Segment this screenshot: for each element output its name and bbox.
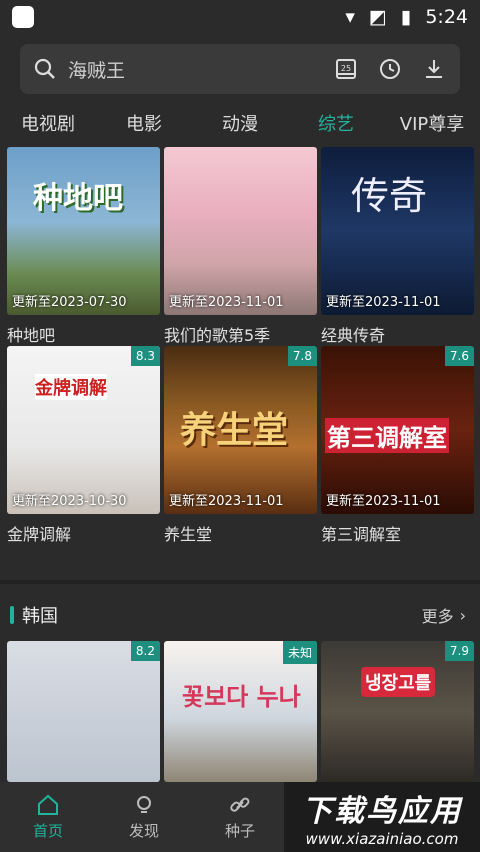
tab-vip[interactable]: VIP尊享	[384, 110, 480, 136]
poster-text: 金牌调解	[35, 374, 107, 400]
rating-badge: 未知	[282, 641, 317, 664]
category-tabs: 电视剧 电影 动漫 综艺 VIP尊享	[0, 106, 480, 140]
media-card[interactable]: 传奇 更新至2023-11-01 经典传奇	[321, 147, 474, 346]
rating-badge: 7.9	[444, 641, 474, 661]
poster: 第三调解室 7.6 更新至2023-11-01	[321, 346, 474, 514]
clock: 5:24	[425, 6, 468, 28]
chevron-right-icon: ›	[459, 605, 466, 625]
rating-badge: 8.3	[130, 346, 160, 366]
update-label: 更新至2023-07-30	[12, 295, 127, 310]
status-bar: ▾ ◩ ▮ 5:24	[0, 0, 480, 34]
media-title: 养生堂	[164, 525, 213, 544]
nav-seed[interactable]: 种子	[192, 782, 288, 852]
media-title: 第三调解室	[321, 525, 402, 544]
more-button[interactable]: 更多 ›	[422, 603, 466, 627]
poster: 냉장고를 7.9	[321, 641, 474, 782]
update-label: 更新至2023-10-30	[12, 494, 127, 509]
nav-label: 种子	[224, 822, 255, 840]
media-card[interactable]: 냉장고를 7.9	[321, 641, 474, 782]
media-title: 种地吧	[7, 326, 56, 345]
update-label: 更新至2023-11-01	[326, 295, 441, 310]
poster: 养生堂 7.8 更新至2023-11-01	[164, 346, 317, 514]
rating-badge: 7.8	[287, 346, 317, 366]
poster-text: 传奇	[351, 174, 428, 218]
status-right: ▾ ◩ ▮ 5:24	[345, 6, 468, 28]
poster: 8.2	[7, 641, 160, 782]
update-label: 更新至2023-11-01	[169, 295, 284, 310]
tab-anime[interactable]: 动漫	[192, 110, 288, 136]
signal-icon: ◩	[368, 6, 387, 28]
section-header: 韩国 更多 ›	[0, 600, 480, 630]
poster-text: 꽃보다 누나	[182, 683, 301, 711]
media-card[interactable]: 꽃보다 누나 未知	[164, 641, 317, 782]
rating-badge: 7.6	[444, 346, 474, 366]
svg-text:25: 25	[341, 64, 351, 73]
poster: 种地吧 更新至2023-07-30	[7, 147, 160, 315]
watermark-url: www.xiazainiao.com	[305, 830, 459, 848]
bulb-icon	[137, 796, 151, 813]
poster-text: 养生堂	[180, 409, 289, 451]
search-bar[interactable]: 海贼王 25	[20, 44, 460, 94]
watermark-title: 下载鸟应用	[302, 794, 462, 829]
poster-text: 냉장고를	[361, 667, 436, 697]
poster: 传奇 更新至2023-11-01	[321, 147, 474, 315]
nav-label: 发现	[128, 822, 159, 840]
poster-text: 第三调解室	[325, 418, 449, 453]
media-card[interactable]: 种地吧 更新至2023-07-30 种地吧	[7, 147, 160, 346]
media-card[interactable]: 8.2	[7, 641, 160, 782]
section-title: 韩国	[22, 606, 58, 627]
wifi-icon: ▾	[345, 6, 355, 28]
link-icon	[230, 797, 250, 812]
update-label: 更新至2023-11-01	[169, 494, 284, 509]
section-divider	[0, 580, 480, 584]
media-card[interactable]: 更新至2023-11-01 我们的歌第5季	[164, 147, 317, 346]
media-card[interactable]: 养生堂 7.8 更新至2023-11-01 养生堂	[164, 346, 317, 545]
media-title: 经典传奇	[321, 326, 386, 345]
home-icon	[38, 794, 58, 815]
media-card[interactable]: 第三调解室 7.6 更新至2023-11-01 第三调解室	[321, 346, 474, 545]
nav-discover[interactable]: 发现	[96, 782, 192, 852]
tab-variety[interactable]: 综艺	[288, 110, 384, 136]
ranking-icon[interactable]: 25	[334, 57, 358, 81]
poster-text: 种地吧	[33, 181, 123, 216]
media-title: 金牌调解	[7, 525, 72, 544]
rating-badge: 8.2	[130, 641, 160, 661]
search-icon	[34, 58, 55, 79]
tab-tv[interactable]: 电视剧	[0, 110, 96, 136]
nav-label: 首页	[32, 822, 63, 840]
more-label: 更多	[421, 607, 454, 626]
nav-home[interactable]: 首页	[0, 782, 96, 852]
battery-icon: ▮	[400, 6, 412, 28]
poster: 꽃보다 누나 未知	[164, 641, 317, 782]
search-input[interactable]: 海贼王	[68, 56, 334, 83]
media-title: 我们的歌第5季	[164, 326, 271, 345]
media-card[interactable]: 金牌调解 8.3 更新至2023-10-30 金牌调解	[7, 346, 160, 545]
update-label: 更新至2023-11-01	[326, 494, 441, 509]
watermark: 下载鸟应用 www.xiazainiao.com	[284, 782, 480, 852]
tab-movie[interactable]: 电影	[96, 110, 192, 136]
poster: 金牌调解 8.3 更新至2023-10-30	[7, 346, 160, 514]
poster: 更新至2023-11-01	[164, 147, 317, 315]
section-accent-bar	[10, 606, 14, 624]
download-icon[interactable]	[422, 57, 446, 81]
history-icon[interactable]	[378, 57, 402, 81]
app-icon	[12, 6, 34, 28]
